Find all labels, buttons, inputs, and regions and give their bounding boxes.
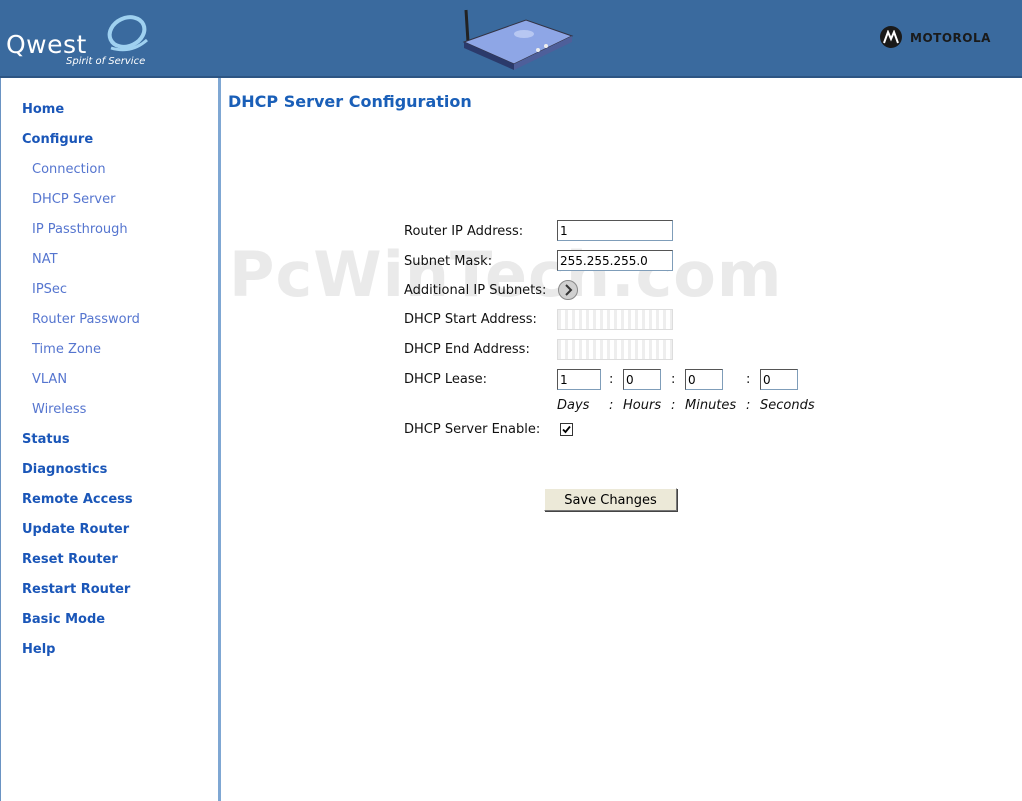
lease-separator: : bbox=[609, 372, 614, 387]
motorola-emblem-icon bbox=[880, 26, 902, 48]
dhcp-start-label: DHCP Start Address: bbox=[404, 312, 537, 327]
qwest-tagline: Spirit of Service bbox=[66, 56, 146, 67]
unit-days-label: Days bbox=[557, 398, 590, 413]
subnet-mask-field[interactable] bbox=[557, 250, 673, 271]
lease-seconds-field[interactable] bbox=[760, 369, 798, 390]
sidebar-item-basic-mode[interactable]: Basic Mode bbox=[22, 612, 105, 627]
sidebar-item-router-password[interactable]: Router Password bbox=[32, 312, 140, 327]
sidebar-item-vlan[interactable]: VLAN bbox=[32, 372, 67, 387]
dhcp-lease-label: DHCP Lease: bbox=[404, 372, 487, 387]
qwest-brand-text: Qwest bbox=[6, 30, 87, 59]
page-title: DHCP Server Configuration bbox=[228, 92, 472, 111]
sidebar-item-wireless[interactable]: Wireless bbox=[32, 402, 86, 417]
save-changes-button[interactable]: Save Changes bbox=[544, 488, 677, 511]
motorola-brand-text: MOTOROLA bbox=[910, 31, 991, 45]
sidebar-nav: Home Configure Connection DHCP Server IP… bbox=[0, 78, 221, 801]
chevron-right-icon bbox=[565, 284, 573, 296]
sidebar-item-diagnostics[interactable]: Diagnostics bbox=[22, 462, 107, 477]
router-ip-field[interactable] bbox=[557, 220, 673, 241]
sidebar-item-dhcp-server[interactable]: DHCP Server bbox=[32, 192, 115, 207]
sidebar-item-nat[interactable]: NAT bbox=[32, 252, 58, 267]
sidebar-item-connection[interactable]: Connection bbox=[32, 162, 106, 177]
main-content: DHCP Server Configuration PcWinTech.com … bbox=[221, 78, 1022, 801]
lease-days-field[interactable] bbox=[557, 369, 601, 390]
dhcp-enable-label: DHCP Server Enable: bbox=[404, 422, 541, 437]
header-banner: Qwest Spirit of Service MOTOROLA bbox=[0, 0, 1022, 78]
lease-separator: : bbox=[746, 372, 751, 387]
qwest-logo: Qwest Spirit of Service bbox=[6, 8, 156, 70]
sidebar-item-ip-passthrough[interactable]: IP Passthrough bbox=[32, 222, 128, 237]
lease-separator: : bbox=[671, 398, 676, 413]
dhcp-end-field[interactable] bbox=[557, 339, 673, 360]
checkmark-icon bbox=[562, 425, 571, 434]
additional-subnets-label: Additional IP Subnets: bbox=[404, 283, 547, 298]
sidebar-item-update-router[interactable]: Update Router bbox=[22, 522, 129, 537]
lease-separator: : bbox=[671, 372, 676, 387]
dhcp-enable-checkbox[interactable] bbox=[560, 423, 573, 436]
lease-separator: : bbox=[746, 398, 751, 413]
additional-subnets-arrow-button[interactable] bbox=[558, 280, 578, 300]
unit-hours-label: Hours bbox=[623, 398, 662, 413]
router-device-image bbox=[462, 9, 574, 70]
sidebar-item-ipsec[interactable]: IPSec bbox=[32, 282, 67, 297]
sidebar-item-reset-router[interactable]: Reset Router bbox=[22, 552, 118, 567]
sidebar-item-home[interactable]: Home bbox=[22, 102, 64, 117]
qwest-swoosh-icon bbox=[107, 15, 148, 52]
unit-minutes-label: Minutes bbox=[685, 398, 737, 413]
dhcp-start-field[interactable] bbox=[557, 309, 673, 330]
sidebar-item-time-zone[interactable]: Time Zone bbox=[32, 342, 101, 357]
router-ip-label: Router IP Address: bbox=[404, 224, 524, 239]
sidebar-item-status[interactable]: Status bbox=[22, 432, 70, 447]
lease-separator: : bbox=[609, 398, 614, 413]
watermark-text: PcWinTech.com bbox=[229, 238, 783, 311]
sidebar-item-restart-router[interactable]: Restart Router bbox=[22, 582, 130, 597]
lease-minutes-field[interactable] bbox=[685, 369, 723, 390]
dhcp-end-label: DHCP End Address: bbox=[404, 342, 530, 357]
subnet-mask-label: Subnet Mask: bbox=[404, 254, 493, 269]
sidebar-item-configure[interactable]: Configure bbox=[22, 132, 93, 147]
sidebar-item-remote-access[interactable]: Remote Access bbox=[22, 492, 133, 507]
lease-hours-field[interactable] bbox=[623, 369, 661, 390]
sidebar-item-help[interactable]: Help bbox=[22, 642, 55, 657]
unit-seconds-label: Seconds bbox=[760, 398, 815, 413]
